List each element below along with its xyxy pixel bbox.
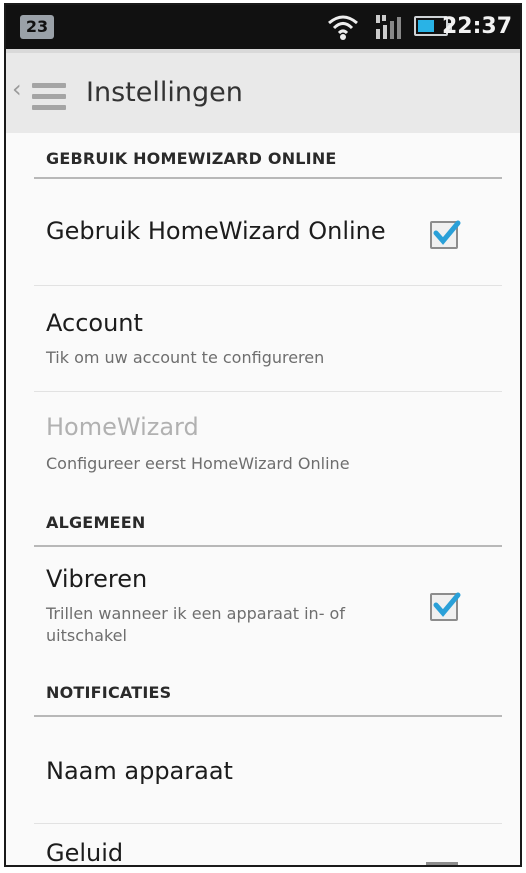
page-title: Instellingen bbox=[86, 77, 243, 108]
setting-title: Naam apparaat bbox=[46, 757, 233, 785]
setting-summary: Trillen wanneer ik een apparaat in- of u… bbox=[46, 604, 345, 645]
status-bar: 23 22:37 bbox=[6, 5, 520, 49]
vibrate-checkbox[interactable] bbox=[430, 592, 461, 621]
checkmark-icon bbox=[433, 220, 461, 245]
row-divider bbox=[34, 285, 502, 286]
section-header-online: GEBRUIK HOMEWIZARD ONLINE bbox=[46, 149, 337, 168]
setting-title: Account bbox=[46, 309, 143, 337]
section-header-notifications: NOTIFICATIES bbox=[46, 683, 172, 702]
setting-title: Geluid bbox=[46, 839, 124, 867]
setting-title: Gebruik HomeWizard Online bbox=[46, 217, 386, 245]
menu-icon[interactable] bbox=[32, 83, 66, 116]
use-online-checkbox[interactable] bbox=[430, 220, 461, 249]
section-divider bbox=[34, 545, 502, 547]
setting-summary: Tik om uw account te configureren bbox=[46, 348, 325, 367]
row-divider bbox=[34, 823, 502, 824]
signal-icon bbox=[374, 13, 408, 45]
section-divider bbox=[34, 177, 502, 179]
phone-screen: 23 22:37 ‹ Instellingen GEBRUIK HOMEWIZA… bbox=[4, 3, 522, 867]
setting-summary: Configureer eerst HomeWizard Online bbox=[46, 454, 350, 473]
setting-title: HomeWizard bbox=[46, 413, 199, 441]
row-divider bbox=[34, 391, 502, 392]
action-bar: ‹ Instellingen bbox=[6, 49, 520, 133]
wifi-icon bbox=[326, 13, 360, 45]
section-header-general: ALGEMEEN bbox=[46, 513, 146, 532]
clock: 22:37 bbox=[441, 14, 512, 39]
setting-title: Vibreren bbox=[46, 565, 148, 593]
checkmark-icon bbox=[433, 592, 461, 617]
scroll-indicator bbox=[426, 862, 458, 865]
settings-list: GEBRUIK HOMEWIZARD ONLINE Gebruik HomeWi… bbox=[6, 133, 520, 865]
back-chevron-icon[interactable]: ‹ bbox=[12, 75, 22, 103]
notification-count: 23 bbox=[20, 15, 54, 39]
section-divider bbox=[34, 715, 502, 717]
